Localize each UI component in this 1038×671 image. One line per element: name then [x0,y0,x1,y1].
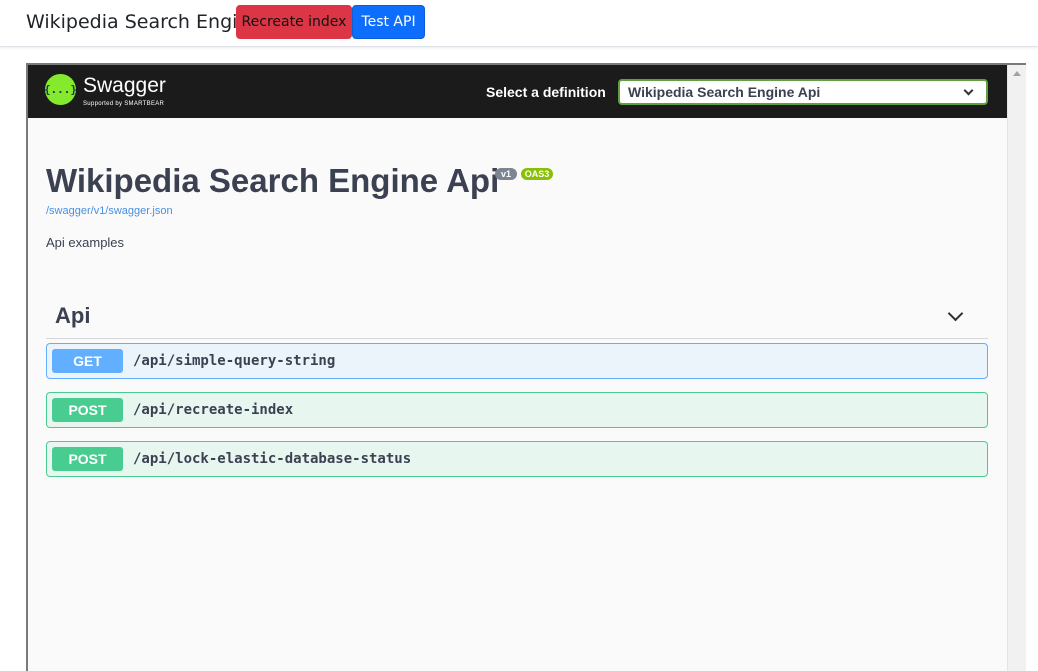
select-definition-label: Select a definition [486,84,606,100]
test-api-button[interactable]: Test API [352,5,425,39]
method-badge: POST [52,447,123,471]
operation-get-simple-query-string[interactable]: GET /api/simple-query-string [46,343,988,379]
vertical-scrollbar[interactable] [1007,65,1026,671]
method-badge: GET [52,349,123,373]
operation-post-lock-elastic-database-status[interactable]: POST /api/lock-elastic-database-status [46,441,988,477]
navbar-brand[interactable]: Wikipedia Search Engine [26,11,261,33]
operation-path: /api/simple-query-string [133,353,336,369]
definition-select[interactable]: Wikipedia Search Engine Api [618,79,988,105]
method-badge: POST [52,398,123,422]
operation-path: /api/recreate-index [133,402,294,418]
swagger-frame: {...} Swagger Supported by SMARTBEAR Sel… [26,63,1026,671]
swagger-logo-text[interactable]: Swagger [83,74,166,98]
operation-post-recreate-index[interactable]: POST /api/recreate-index [46,392,988,428]
version-badge: v1 [495,168,517,180]
top-navbar: Wikipedia Search Engine Recreate index T… [0,0,1038,47]
operation-path: /api/lock-elastic-database-status [133,451,412,467]
tag-section-header[interactable]: Api [46,293,988,339]
oas-badge: OAS3 [521,168,553,180]
chevron-down-icon[interactable] [947,305,964,322]
spec-url-link[interactable]: /swagger/v1/swagger.json [46,205,173,217]
swagger-topbar: {...} Swagger Supported by SMARTBEAR Sel… [28,65,1007,118]
scroll-up-icon[interactable] [1013,71,1021,76]
page-title: Wikipedia Search Engine Api [46,162,500,199]
tag-title: Api [55,303,91,328]
swagger-logo-subtext: Supported by SMARTBEAR [83,101,165,107]
definition-select-value: Wikipedia Search Engine Api [628,84,821,100]
api-description: Api examples [46,235,125,250]
swagger-logo-icon[interactable]: {...} [44,74,77,105]
recreate-index-button[interactable]: Recreate index [236,5,352,39]
chevron-down-icon [963,85,974,96]
